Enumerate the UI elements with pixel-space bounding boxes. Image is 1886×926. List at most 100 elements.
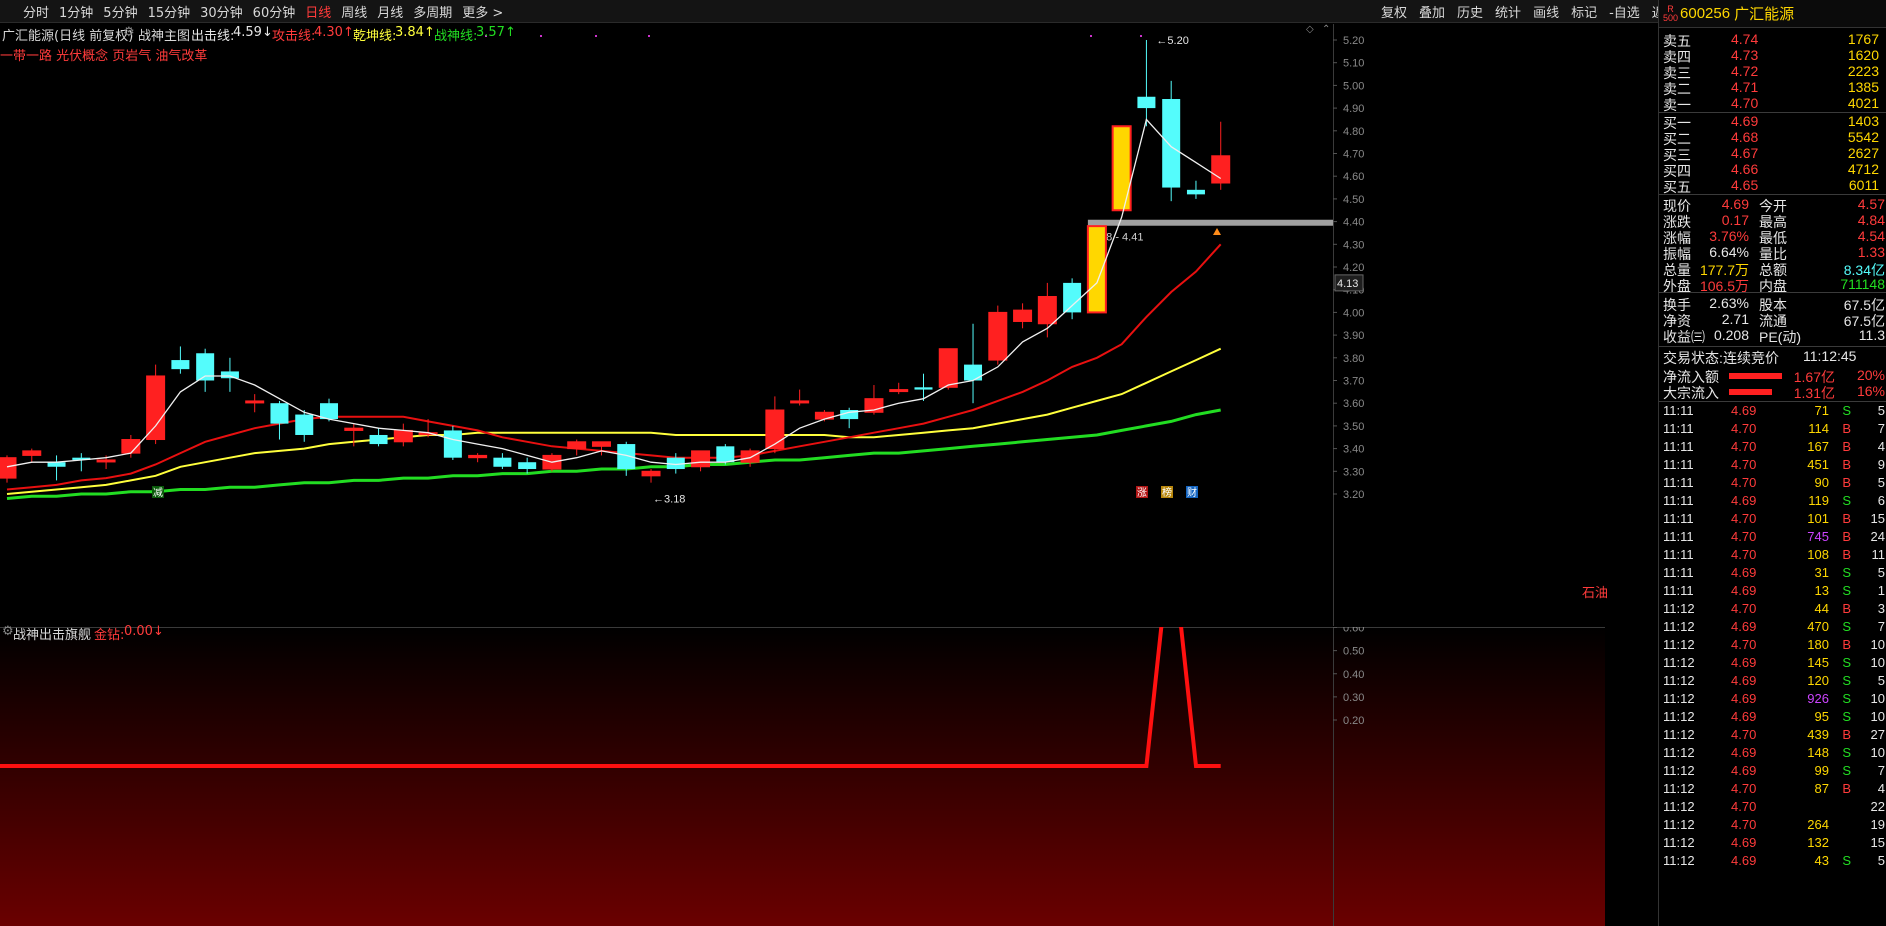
candle-body-up xyxy=(1211,155,1231,184)
legend-line2-value: 4.30↑ xyxy=(314,25,354,40)
tick-v: 71 xyxy=(1814,403,1829,418)
tick-v: 120 xyxy=(1807,673,1829,688)
tool-button[interactable]: 标记 xyxy=(1565,2,1603,21)
settings-icon[interactable]: ⚙ xyxy=(123,25,135,40)
tick-row[interactable]: 11:12 4.69 43 S 5 xyxy=(1659,853,1886,871)
period-tab[interactable]: 分时 xyxy=(18,2,54,21)
tool-button[interactable]: 历史 xyxy=(1451,2,1489,21)
stock-name[interactable]: 广汇能源 xyxy=(1734,3,1794,24)
tick-row[interactable]: 11:11 4.70 101 B 15 xyxy=(1659,511,1886,529)
stat-label: PE(动) xyxy=(1759,329,1801,345)
period-tab[interactable]: 30分钟 xyxy=(195,2,248,21)
tick-row[interactable]: 11:11 4.70 90 B 5 xyxy=(1659,475,1886,493)
sub-indicator-name[interactable]: 战神出击旗舰 xyxy=(13,624,91,643)
tick-t: 11:11 xyxy=(1663,565,1694,580)
period-tab[interactable]: 更多 > xyxy=(457,2,508,21)
period-tab[interactable]: 多周期 xyxy=(408,2,457,21)
tick-row[interactable]: 11:11 4.69 71 S 5 xyxy=(1659,403,1886,421)
tick-row[interactable]: 11:12 4.69 926 S 10 xyxy=(1659,691,1886,709)
tick-p: 4.70 xyxy=(1731,781,1757,796)
tick-row[interactable]: 11:12 4.69 132 15 xyxy=(1659,835,1886,853)
tick-row[interactable]: 11:11 4.69 13 S 1 xyxy=(1659,583,1886,601)
tick-s: B xyxy=(1842,511,1851,526)
sector-label[interactable]: 石油 xyxy=(1582,582,1608,601)
tick-s: S xyxy=(1842,709,1851,724)
tick-row[interactable]: 11:12 4.70 44 B 3 xyxy=(1659,601,1886,619)
tick-row[interactable]: 11:11 4.70 108 B 11 xyxy=(1659,547,1886,565)
tick-row[interactable]: 11:12 4.69 99 S 7 xyxy=(1659,763,1886,781)
y-tick-label: 4.60 xyxy=(1343,171,1364,183)
tick-v: 13 xyxy=(1814,583,1829,598)
signal-right[interactable]: 涨 xyxy=(1137,487,1147,499)
bid-vol: 2627 xyxy=(1847,145,1879,161)
tick-row[interactable]: 11:12 4.70 22 xyxy=(1659,799,1886,817)
tool-button[interactable]: -自选 xyxy=(1603,2,1646,21)
tick-row[interactable]: 11:12 4.70 439 B 27 xyxy=(1659,727,1886,745)
tick-row[interactable]: 11:11 4.69 31 S 5 xyxy=(1659,565,1886,583)
candle-body-down xyxy=(1162,99,1181,188)
signal-right[interactable]: 财 xyxy=(1187,486,1197,499)
low-price-mark: ←3.18 xyxy=(653,494,685,506)
stat-value: 0.17 xyxy=(1721,212,1749,228)
tick-s: B xyxy=(1842,439,1851,454)
tick-row[interactable]: 11:11 4.70 745 B 24 xyxy=(1659,529,1886,547)
tick-v: 108 xyxy=(1807,547,1829,562)
candle-body-signal xyxy=(1086,225,1107,314)
ask-vol: 4021 xyxy=(1847,95,1879,111)
tool-button[interactable]: 统计 xyxy=(1489,2,1527,21)
tick-row[interactable]: 11:12 4.70 180 B 10 xyxy=(1659,637,1886,655)
tool-button[interactable]: 复权 xyxy=(1375,2,1413,21)
stock-code[interactable]: 600256 xyxy=(1680,5,1730,22)
tick-n: 3 xyxy=(1877,601,1885,616)
tick-row[interactable]: 11:11 4.70 451 B 9 xyxy=(1659,457,1886,475)
candle-body-up xyxy=(245,400,265,404)
period-tab[interactable]: 1分钟 xyxy=(54,2,98,21)
tick-row[interactable]: 11:12 4.69 148 S 10 xyxy=(1659,745,1886,763)
tick-row[interactable]: 11:12 4.70 264 19 xyxy=(1659,817,1886,835)
candle-body-up xyxy=(790,400,810,404)
period-tab[interactable]: 5分钟 xyxy=(98,2,142,21)
tool-button[interactable]: 画线 xyxy=(1527,2,1565,21)
expand-icon[interactable]: ⌃ xyxy=(1322,24,1330,35)
tool-button[interactable]: 叠加 xyxy=(1413,2,1451,21)
diamond-icon[interactable]: ◇ xyxy=(1306,24,1314,35)
period-tab[interactable]: 日线 xyxy=(300,2,336,21)
period-tab[interactable]: 周线 xyxy=(336,2,372,21)
stat-value: 4.54 xyxy=(1857,228,1885,244)
signal-right[interactable]: 榜 xyxy=(1162,486,1172,499)
tick-n: 10 xyxy=(1870,637,1885,652)
tick-row[interactable]: 11:12 4.69 470 S 7 xyxy=(1659,619,1886,637)
range-box[interactable] xyxy=(1087,219,1333,226)
sub-y-tick-label: 0.30 xyxy=(1343,692,1364,704)
sub-indicator-chart[interactable]: 1.000.900.800.700.600.500.400.300.20 xyxy=(0,627,1605,926)
period-tab[interactable]: 60分钟 xyxy=(248,2,301,21)
bid-vol: 5542 xyxy=(1847,129,1879,145)
indicator-name[interactable]: 战神主图 xyxy=(138,25,190,44)
tick-t: 11:12 xyxy=(1663,745,1695,760)
signal-left[interactable]: 减 xyxy=(153,487,163,499)
tick-row[interactable]: 11:12 4.69 120 S 5 xyxy=(1659,673,1886,691)
tick-t: 11:11 xyxy=(1663,529,1694,544)
sub-settings-icon[interactable]: ⚙ xyxy=(2,624,14,639)
tick-t: 11:12 xyxy=(1663,763,1695,778)
tick-row[interactable]: 11:12 4.69 145 S 10 xyxy=(1659,655,1886,673)
y-tick-label: 3.30 xyxy=(1343,466,1364,478)
legend-line3-label: 乾坤线: xyxy=(353,29,397,44)
tick-row[interactable]: 11:12 4.70 87 B 4 xyxy=(1659,781,1886,799)
concept-tags[interactable]: 一带一路 光伏概念 页岩气 油气改革 xyxy=(0,45,207,64)
tick-t: 11:12 xyxy=(1663,709,1695,724)
tick-row[interactable]: 11:11 4.69 119 S 6 xyxy=(1659,493,1886,511)
tick-s: B xyxy=(1842,637,1851,652)
tick-row[interactable]: 11:11 4.70 114 B 7 xyxy=(1659,421,1886,439)
tick-n: 10 xyxy=(1870,691,1885,706)
period-tab[interactable]: 月线 xyxy=(372,2,408,21)
period-tab[interactable]: 15分钟 xyxy=(143,2,196,21)
tick-row[interactable]: 11:12 4.69 95 S 10 xyxy=(1659,709,1886,727)
tick-row[interactable]: 11:11 4.70 167 B 4 xyxy=(1659,439,1886,457)
tick-s: B xyxy=(1842,457,1851,472)
tick-t: 11:12 xyxy=(1663,835,1695,850)
bid-price: 4.68 xyxy=(1731,129,1759,145)
tick-t: 11:11 xyxy=(1663,475,1694,490)
main-candlestick-chart[interactable]: 5.20 5.10 5.00 4.90 4.80 4.70 4.60 4.50 4.40 4.30… xyxy=(0,24,1605,626)
tick-t: 11:12 xyxy=(1663,781,1695,796)
